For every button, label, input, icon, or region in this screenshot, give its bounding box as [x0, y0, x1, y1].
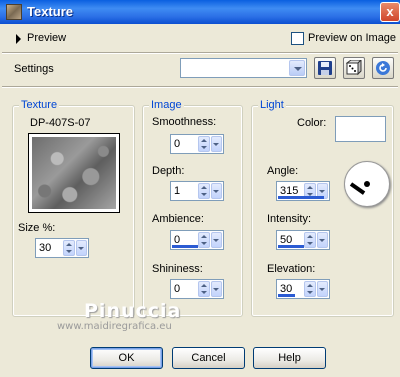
up-down-arrows-icon[interactable]	[63, 240, 75, 256]
watermark-name: Pinuccia	[84, 300, 182, 322]
settings-dropdown[interactable]	[180, 58, 307, 78]
save-preset-button[interactable]	[314, 57, 336, 79]
texture-dialog: Texture x Preview Preview on Image Setti…	[0, 0, 400, 377]
angle-spinner[interactable]: 315	[276, 181, 330, 201]
depth-value: 1	[174, 185, 181, 197]
ambience-label: Ambience:	[152, 213, 204, 225]
smoothness-value: 0	[174, 138, 181, 150]
up-down-arrows-icon[interactable]	[198, 281, 210, 297]
expand-preview-icon[interactable]	[16, 34, 21, 44]
cancel-button[interactable]: Cancel	[172, 347, 245, 369]
intensity-label: Intensity:	[267, 213, 312, 225]
light-color-swatch[interactable]	[335, 116, 386, 142]
close-icon: x	[386, 4, 394, 19]
texture-name: DP-407S-07	[30, 117, 91, 129]
depth-spinner[interactable]: 1	[170, 181, 224, 201]
settings-label: Settings	[14, 63, 54, 75]
ambience-slider-fill	[172, 245, 198, 248]
dial-hub-icon	[364, 181, 370, 187]
reset-icon	[376, 61, 390, 75]
help-button[interactable]: Help	[253, 347, 326, 369]
size-spinner[interactable]: 30	[35, 238, 89, 258]
ambience-spinner[interactable]: 0	[170, 230, 224, 250]
shininess-label: Shininess:	[152, 263, 203, 275]
shininess-spinner[interactable]: 0	[170, 279, 224, 299]
close-button[interactable]: x	[380, 2, 400, 22]
texture-app-icon	[6, 4, 22, 20]
chevron-down-icon[interactable]	[289, 60, 305, 76]
chevron-down-icon[interactable]	[317, 281, 328, 297]
size-value: 30	[39, 242, 52, 254]
smoothness-spinner[interactable]: 0	[170, 134, 224, 154]
image-group-legend: Image	[149, 99, 184, 111]
elevation-spinner[interactable]: 30	[276, 279, 330, 299]
preview-on-image-checkbox[interactable]	[291, 32, 304, 45]
chevron-down-icon[interactable]	[211, 183, 222, 199]
chevron-down-icon[interactable]	[317, 232, 328, 248]
chevron-down-icon[interactable]	[211, 281, 222, 297]
texture-group-legend: Texture	[19, 99, 60, 111]
preview-row: Preview Preview on Image	[0, 26, 400, 52]
up-down-arrows-icon[interactable]	[304, 232, 316, 248]
preview-on-image-label[interactable]: Preview on Image	[308, 32, 396, 44]
angle-slider-fill	[278, 196, 324, 199]
dice-icon	[346, 60, 362, 76]
chevron-down-icon[interactable]	[211, 136, 222, 152]
shininess-value: 0	[174, 283, 181, 295]
light-group-legend: Light	[258, 99, 286, 111]
depth-label: Depth:	[152, 165, 185, 177]
window-title: Texture	[27, 4, 73, 19]
separator	[2, 52, 398, 54]
texture-thumbnail	[32, 137, 116, 209]
reset-button[interactable]	[372, 57, 394, 79]
floppy-disk-icon	[318, 61, 332, 75]
dial-needle-icon	[349, 182, 366, 195]
separator	[2, 86, 398, 88]
up-down-arrows-icon[interactable]	[198, 232, 210, 248]
title-bar[interactable]: Texture x	[0, 0, 400, 24]
elevation-label: Elevation:	[267, 263, 316, 275]
randomize-button[interactable]	[343, 57, 365, 79]
ok-button[interactable]: OK	[90, 347, 163, 369]
chevron-down-icon[interactable]	[76, 240, 87, 256]
smoothness-label: Smoothness:	[152, 116, 217, 128]
angle-dial[interactable]	[344, 161, 390, 207]
angle-label: Angle:	[267, 165, 299, 177]
texture-swatch[interactable]	[28, 133, 120, 213]
color-label: Color:	[297, 117, 327, 129]
preview-toggle-label[interactable]: Preview	[27, 32, 66, 44]
chevron-down-icon[interactable]	[211, 232, 222, 248]
up-down-arrows-icon[interactable]	[198, 136, 210, 152]
elevation-slider-fill	[278, 294, 295, 297]
watermark-url: www.maidiregrafica.eu	[57, 321, 172, 332]
intensity-spinner[interactable]: 50	[276, 230, 330, 250]
size-label: Size %:	[18, 222, 56, 234]
up-down-arrows-icon[interactable]	[304, 281, 316, 297]
intensity-slider-fill	[278, 245, 304, 248]
up-down-arrows-icon[interactable]	[198, 183, 210, 199]
